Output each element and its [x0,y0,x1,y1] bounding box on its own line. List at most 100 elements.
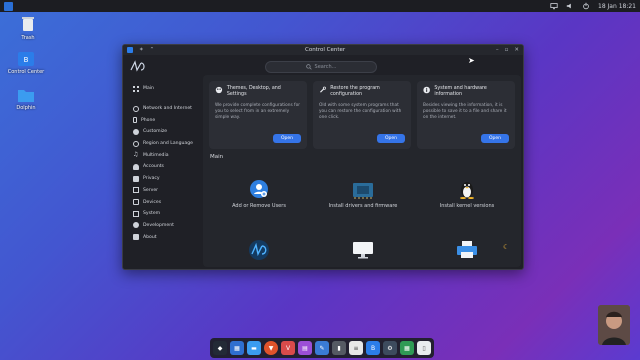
card-header: Restore the program configuration [319,86,405,98]
sheet-icon[interactable]: ▦ [400,341,414,355]
tile-display[interactable] [313,241,413,259]
dock: ◆ ▦ ▬ ▼ V ▤ ✎ ▮ ≡ B ⚙ ▦ ▯ [210,338,434,358]
open-button[interactable]: Open [273,134,301,143]
trash-icon [22,17,34,31]
card-text: Besides viewing the information, it is p… [423,103,507,120]
sidebar-item-label: Customize [143,129,168,135]
editor-icon[interactable]: ✎ [315,341,329,355]
tile-printer[interactable] [417,241,517,259]
open-button[interactable]: Open [377,134,405,143]
clock[interactable]: 18 Jan 18:21 [598,3,636,10]
files-icon[interactable]: ▦ [230,341,244,355]
wrench-icon [320,86,326,93]
desktop-icon-dolphin[interactable]: Dolphin [2,88,50,111]
browser-icon[interactable]: ▼ [264,341,278,355]
minimize-button[interactable]: – [496,47,499,53]
control-center-icon: B [18,52,34,66]
tile-biglinux[interactable] [209,239,309,261]
desktop-icon-label: Trash [21,35,35,41]
biglinux-logo-icon [130,60,145,72]
start-icon[interactable]: ◆ [213,341,227,355]
sidebar-item-devices[interactable]: Devices [129,196,203,208]
doc-icon[interactable]: ≡ [349,341,363,355]
card-title: Restore the program configuration [330,86,380,97]
folder-icon [18,90,34,102]
search-input[interactable]: Search... [265,61,377,73]
close-button[interactable]: ✕ [514,47,519,53]
open-button[interactable]: Open [481,134,509,143]
person-icon [598,305,630,345]
sidebar-item-phone[interactable]: Phone [129,114,203,126]
system-icon [133,210,139,217]
top-panel: 18 Jan 18:21 [0,0,640,12]
webcam-avatar [598,305,630,345]
sidebar-item-label: Region and Language [143,141,193,147]
desktop-icon-control-center[interactable]: B Control Center [2,52,50,75]
sidebar-item-accounts[interactable]: Accounts [129,161,203,173]
sidebar-item-label: Main [143,86,154,92]
window-titlebar[interactable]: ✶ ⌃ Control Center – ▫ ✕ [123,45,523,55]
maximize-button[interactable]: ▫ [505,47,509,53]
night-mode-icon[interactable]: ☾ [503,243,509,251]
sidebar-item-server[interactable]: Server [129,185,203,197]
sidebar-item-about[interactable]: About [129,231,203,243]
main-content: Themes, Desktop, and Settings We provide… [203,75,521,267]
mouse-cursor-icon: ➤ [468,56,475,65]
chip-icon [353,183,373,199]
lock-icon [133,175,139,182]
sidebar-item-system[interactable]: System [129,208,203,220]
tile-install-kernel[interactable]: Install kernel versions [417,179,517,209]
store-icon[interactable]: ▤ [298,341,312,355]
control-center-window: ✶ ⌃ Control Center – ▫ ✕ Search... Main … [122,44,524,270]
sidebar-item-privacy[interactable]: Privacy [129,173,203,185]
linux-icon [460,182,474,199]
app-logo-icon[interactable] [4,1,13,11]
folder-icon[interactable]: ▬ [247,341,261,355]
sidebar-item-main[interactable]: Main [129,83,203,95]
sidebar-item-network[interactable]: Network and Internet [129,103,203,115]
dev-icon [133,222,139,229]
add-user-icon [250,180,268,198]
card-title: Themes, Desktop, and Settings [226,86,281,97]
card-text: Old with some system programs that you c… [319,103,402,120]
top-panel-tray: 18 Jan 18:21 [550,2,636,10]
window-controls: – ▫ ✕ [496,47,519,53]
desktop-icon-trash[interactable]: Trash [4,16,52,41]
vivaldi-icon[interactable]: V [281,341,295,355]
sidebar-item-multimedia[interactable]: ♫ Multimedia [129,149,203,161]
info-icon [423,86,430,94]
sidebar-item-label: Privacy [143,176,160,182]
info-icon [133,234,139,241]
sidebar-item-development[interactable]: Development [129,220,203,232]
pin-icon[interactable]: ✶ [139,47,144,53]
palette-icon [133,128,139,135]
tile-label: Install kernel versions [439,203,495,209]
sidebar-item-label: System [143,211,161,217]
terminal-icon[interactable]: ▮ [332,341,346,355]
power-icon[interactable] [582,2,590,10]
sidebar-item-label: Devices [143,199,162,205]
tile-install-drivers[interactable]: Install drivers and firmware [313,181,413,209]
phone-icon [133,117,137,124]
sidebar-item-region[interactable]: Region and Language [129,138,203,150]
settings-icon[interactable]: ⚙ [383,341,397,355]
big-logo-icon [249,240,269,260]
users-icon [133,163,139,170]
card-header: System and hardware information [423,86,509,98]
tile-add-remove-users[interactable]: Add or Remove Users [209,179,309,209]
chevron-up-icon[interactable]: ⌃ [150,47,155,53]
titlebar-left: ✶ ⌃ [127,47,154,53]
trash-icon[interactable]: ▯ [417,341,431,355]
card-header: Themes, Desktop, and Settings [215,86,301,98]
volume-icon[interactable] [566,2,574,10]
monitor-icon[interactable] [550,2,558,10]
sidebar-item-customize[interactable]: Customize [129,126,203,138]
sidebar-item-label: Accounts [143,164,164,170]
card-title: System and hardware information [434,86,487,97]
sidebar-item-label: Multimedia [143,152,169,158]
palette-icon [215,86,223,94]
device-icon [133,199,139,206]
sidebar: Main Network and Internet Phone Customiz… [129,83,203,243]
card-themes: Themes, Desktop, and Settings We provide… [209,81,307,149]
control-center-icon[interactable]: B [366,341,380,355]
